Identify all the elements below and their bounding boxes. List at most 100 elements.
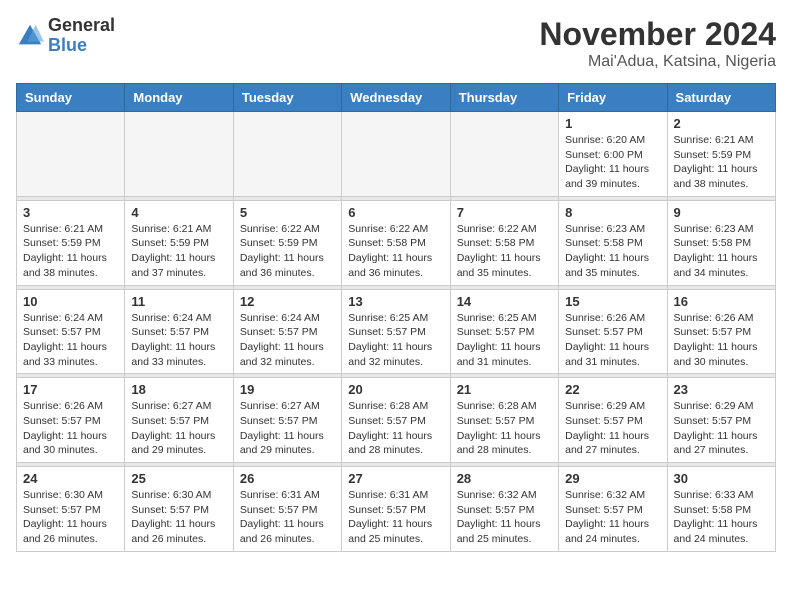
calendar-week-2: 3 Sunrise: 6:21 AM Sunset: 5:59 PM Daylig… <box>17 200 776 285</box>
day-header-friday: Friday <box>559 84 667 112</box>
calendar-cell: 26Sunrise: 6:31 AM Sunset: 5:57 PM Dayli… <box>233 467 341 552</box>
day-info: Sunrise: 6:24 AM Sunset: 5:57 PM Dayligh… <box>131 312 215 368</box>
day-number: 30 <box>674 471 769 486</box>
day-info: Sunrise: 6:21 AM Sunset: 5:59 PM Dayligh… <box>674 134 758 190</box>
calendar-title: November 2024 <box>539 16 776 53</box>
calendar-week-5: 24 Sunrise: 6:30 AM Sunset: 5:57 PM Dayli… <box>17 467 776 552</box>
calendar-cell <box>342 112 450 197</box>
day-number: 13 <box>348 294 443 309</box>
calendar-week-3: 10 Sunrise: 6:24 AM Sunset: 5:57 PM Dayli… <box>17 289 776 374</box>
calendar-cell: 8Sunrise: 6:23 AM Sunset: 5:58 PM Daylig… <box>559 200 667 285</box>
day-number: 29 <box>565 471 660 486</box>
calendar-cell <box>125 112 233 197</box>
day-info: Sunrise: 6:26 AM Sunset: 5:57 PM Dayligh… <box>23 400 107 456</box>
calendar-cell: 10 Sunrise: 6:24 AM Sunset: 5:57 PM Dayli… <box>17 289 125 374</box>
day-info: Sunrise: 6:27 AM Sunset: 5:57 PM Dayligh… <box>240 400 324 456</box>
calendar-cell: 16 Sunrise: 6:26 AM Sunset: 5:57 PM Dayli… <box>667 289 775 374</box>
day-number: 5 <box>240 205 335 220</box>
logo-blue-text: Blue <box>48 35 87 55</box>
calendar-cell: 22 Sunrise: 6:29 AM Sunset: 5:57 PM Dayli… <box>559 378 667 463</box>
day-number: 27 <box>348 471 443 486</box>
day-number: 7 <box>457 205 552 220</box>
day-number: 16 <box>674 294 769 309</box>
day-info: Sunrise: 6:20 AM Sunset: 6:00 PM Dayligh… <box>565 134 649 190</box>
day-info: Sunrise: 6:28 AM Sunset: 5:57 PM Dayligh… <box>348 400 432 456</box>
day-number: 22 <box>565 382 660 397</box>
day-number: 3 <box>23 205 118 220</box>
day-header-thursday: Thursday <box>450 84 558 112</box>
day-header-monday: Monday <box>125 84 233 112</box>
day-header-saturday: Saturday <box>667 84 775 112</box>
day-info: Sunrise: 6:26 AM Sunset: 5:57 PM Dayligh… <box>674 312 758 368</box>
title-area: November 2024 Mai'Adua, Katsina, Nigeria <box>539 16 776 71</box>
calendar-week-4: 17 Sunrise: 6:26 AM Sunset: 5:57 PM Dayli… <box>17 378 776 463</box>
calendar-cell <box>233 112 341 197</box>
day-info: Sunrise: 6:22 AM Sunset: 5:58 PM Dayligh… <box>457 223 541 279</box>
calendar-cell: 12Sunrise: 6:24 AM Sunset: 5:57 PM Dayli… <box>233 289 341 374</box>
day-number: 17 <box>23 382 118 397</box>
day-info: Sunrise: 6:33 AM Sunset: 5:58 PM Dayligh… <box>674 489 758 545</box>
day-header-tuesday: Tuesday <box>233 84 341 112</box>
calendar-cell: 24Sunrise: 6:30 AM Sunset: 5:57 PM Dayli… <box>17 467 125 552</box>
calendar-cell: 18Sunrise: 6:27 AM Sunset: 5:57 PM Dayli… <box>125 378 233 463</box>
calendar-cell: 28 Sunrise: 6:32 AM Sunset: 5:57 PM Dayli… <box>450 467 558 552</box>
day-info: Sunrise: 6:31 AM Sunset: 5:57 PM Dayligh… <box>348 489 432 545</box>
day-info: Sunrise: 6:29 AM Sunset: 5:57 PM Dayligh… <box>565 400 649 456</box>
day-number: 2 <box>674 116 769 131</box>
calendar-cell: 20 Sunrise: 6:28 AM Sunset: 5:57 PM Dayli… <box>342 378 450 463</box>
day-info: Sunrise: 6:24 AM Sunset: 5:57 PM Dayligh… <box>23 312 107 368</box>
calendar-cell: 21Sunrise: 6:28 AM Sunset: 5:57 PM Dayli… <box>450 378 558 463</box>
day-info: Sunrise: 6:25 AM Sunset: 5:57 PM Dayligh… <box>348 312 432 368</box>
day-info: Sunrise: 6:23 AM Sunset: 5:58 PM Dayligh… <box>565 223 649 279</box>
day-info: Sunrise: 6:29 AM Sunset: 5:57 PM Dayligh… <box>674 400 758 456</box>
calendar-cell: 23Sunrise: 6:29 AM Sunset: 5:57 PM Dayli… <box>667 378 775 463</box>
day-number: 25 <box>131 471 226 486</box>
day-info: Sunrise: 6:24 AM Sunset: 5:57 PM Dayligh… <box>240 312 324 368</box>
day-number: 10 <box>23 294 118 309</box>
day-number: 21 <box>457 382 552 397</box>
calendar-subtitle: Mai'Adua, Katsina, Nigeria <box>539 53 776 71</box>
day-info: Sunrise: 6:22 AM Sunset: 5:58 PM Dayligh… <box>348 223 432 279</box>
calendar-cell: 19Sunrise: 6:27 AM Sunset: 5:57 PM Dayli… <box>233 378 341 463</box>
day-info: Sunrise: 6:32 AM Sunset: 5:57 PM Dayligh… <box>457 489 541 545</box>
calendar-cell: 30 Sunrise: 6:33 AM Sunset: 5:58 PM Dayli… <box>667 467 775 552</box>
calendar-cell: 27 Sunrise: 6:31 AM Sunset: 5:57 PM Dayli… <box>342 467 450 552</box>
calendar-cell: 4Sunrise: 6:21 AM Sunset: 5:59 PM Daylig… <box>125 200 233 285</box>
day-number: 6 <box>348 205 443 220</box>
day-info: Sunrise: 6:23 AM Sunset: 5:58 PM Dayligh… <box>674 223 758 279</box>
calendar-cell: 15Sunrise: 6:26 AM Sunset: 5:57 PM Dayli… <box>559 289 667 374</box>
calendar-cell: 14 Sunrise: 6:25 AM Sunset: 5:57 PM Dayli… <box>450 289 558 374</box>
day-info: Sunrise: 6:30 AM Sunset: 5:57 PM Dayligh… <box>131 489 215 545</box>
calendar-cell: 17 Sunrise: 6:26 AM Sunset: 5:57 PM Dayli… <box>17 378 125 463</box>
day-info: Sunrise: 6:21 AM Sunset: 5:59 PM Dayligh… <box>131 223 215 279</box>
day-number: 1 <box>565 116 660 131</box>
day-number: 26 <box>240 471 335 486</box>
day-header-wednesday: Wednesday <box>342 84 450 112</box>
day-number: 24 <box>23 471 118 486</box>
page-header: General Blue November 2024 Mai'Adua, Kat… <box>16 16 776 71</box>
calendar-cell: 13 Sunrise: 6:25 AM Sunset: 5:57 PM Dayli… <box>342 289 450 374</box>
calendar-week-1: 1 Sunrise: 6:20 AM Sunset: 6:00 PM Daylig… <box>17 112 776 197</box>
day-number: 9 <box>674 205 769 220</box>
day-info: Sunrise: 6:27 AM Sunset: 5:57 PM Dayligh… <box>131 400 215 456</box>
calendar-cell: 5Sunrise: 6:22 AM Sunset: 5:59 PM Daylig… <box>233 200 341 285</box>
calendar-cell: 7 Sunrise: 6:22 AM Sunset: 5:58 PM Daylig… <box>450 200 558 285</box>
logo-general-text: General <box>48 15 115 35</box>
day-number: 11 <box>131 294 226 309</box>
calendar-cell: 3 Sunrise: 6:21 AM Sunset: 5:59 PM Daylig… <box>17 200 125 285</box>
calendar-cell: 29Sunrise: 6:32 AM Sunset: 5:57 PM Dayli… <box>559 467 667 552</box>
calendar-cell <box>450 112 558 197</box>
day-number: 15 <box>565 294 660 309</box>
calendar-cell <box>17 112 125 197</box>
day-number: 14 <box>457 294 552 309</box>
day-info: Sunrise: 6:21 AM Sunset: 5:59 PM Dayligh… <box>23 223 107 279</box>
day-number: 20 <box>348 382 443 397</box>
calendar-header-row: SundayMondayTuesdayWednesdayThursdayFrid… <box>17 84 776 112</box>
calendar-table: SundayMondayTuesdayWednesdayThursdayFrid… <box>16 83 776 552</box>
calendar-cell: 6 Sunrise: 6:22 AM Sunset: 5:58 PM Daylig… <box>342 200 450 285</box>
day-number: 28 <box>457 471 552 486</box>
logo: General Blue <box>16 16 115 56</box>
day-info: Sunrise: 6:25 AM Sunset: 5:57 PM Dayligh… <box>457 312 541 368</box>
calendar-cell: 11 Sunrise: 6:24 AM Sunset: 5:57 PM Dayli… <box>125 289 233 374</box>
calendar-cell: 1 Sunrise: 6:20 AM Sunset: 6:00 PM Daylig… <box>559 112 667 197</box>
